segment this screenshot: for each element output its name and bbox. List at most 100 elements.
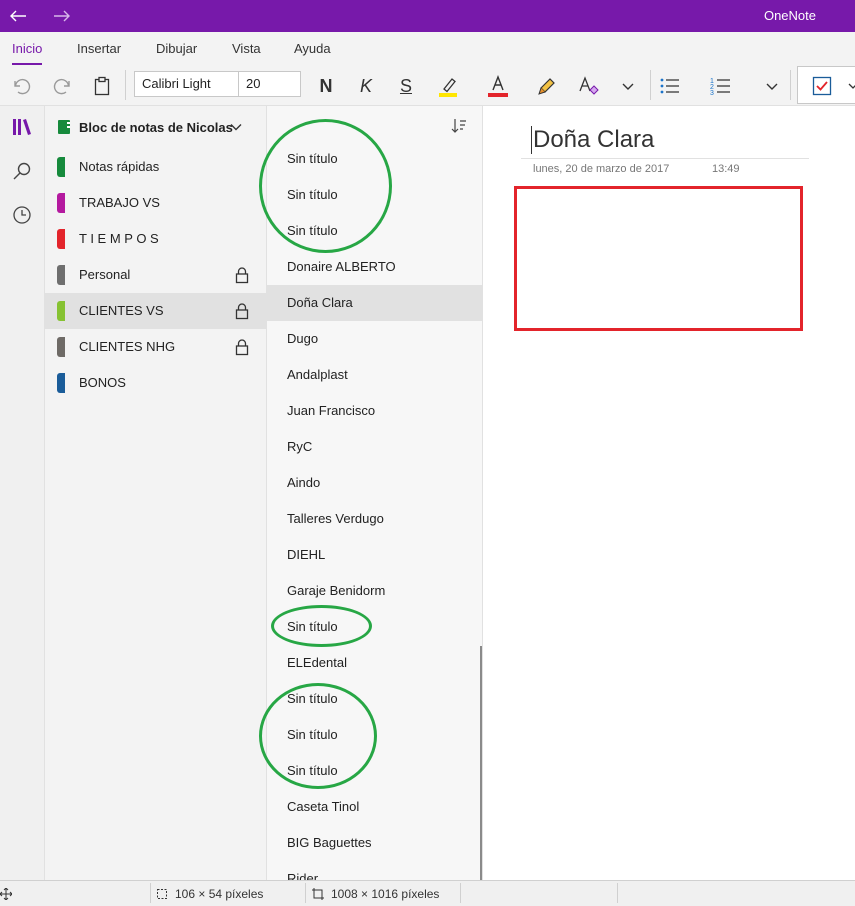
highlight-button[interactable]: [433, 72, 463, 100]
title-divider: [521, 158, 809, 159]
annotation-rectangle: [514, 186, 803, 331]
page-item[interactable]: Andalplast: [267, 357, 482, 393]
page-label: Aindo: [287, 475, 321, 490]
notebook-title: Bloc de notas de Nicolas: [79, 120, 233, 135]
font-name-field[interactable]: Calibri Light: [134, 71, 239, 97]
page-label: BIG Baguettes: [287, 835, 372, 850]
page-item[interactable]: Caseta Tinol: [267, 789, 482, 825]
svg-text:3: 3: [710, 90, 714, 96]
page-time: 13:49: [712, 163, 740, 175]
tab-vista[interactable]: Vista: [232, 41, 261, 56]
more-lists-dropdown[interactable]: [757, 72, 787, 100]
chevron-down-icon: [230, 124, 242, 131]
clear-formatting-button[interactable]: [573, 72, 603, 100]
more-format-dropdown[interactable]: [613, 72, 643, 100]
page-item[interactable]: Doña Clara: [267, 285, 482, 321]
search-button[interactable]: [8, 157, 36, 185]
highlighter-icon: [439, 78, 457, 97]
paintbrush-icon: [538, 78, 555, 95]
undo-button[interactable]: [7, 72, 37, 100]
forward-button[interactable]: [48, 4, 76, 28]
bullets-button[interactable]: [655, 72, 685, 100]
section-label: CLIENTES NHG: [79, 339, 176, 354]
notebook-icon: [58, 120, 70, 134]
section-item[interactable]: Personal: [45, 257, 267, 293]
page-title[interactable]: Doña Clara: [533, 126, 654, 154]
image-size-icon: [312, 888, 324, 900]
page-date: lunes, 20 de marzo de 2017: [533, 163, 670, 175]
page-item[interactable]: Rider: [267, 861, 482, 880]
section-color-tab: [57, 301, 65, 321]
section-item[interactable]: CLIENTES NHG: [45, 329, 267, 365]
page-label: Caseta Tinol: [287, 799, 360, 814]
page-label: Dugo: [287, 331, 319, 346]
pages-scrollbar[interactable]: [480, 646, 482, 880]
section-label: Personal: [79, 267, 131, 282]
page-item[interactable]: DIEHL: [267, 537, 482, 573]
page-item[interactable]: RyC: [267, 429, 482, 465]
section-item[interactable]: TRABAJO VS: [45, 185, 267, 221]
undo-icon: [14, 78, 31, 95]
back-button[interactable]: [4, 4, 32, 28]
strikethrough-button[interactable]: S: [391, 72, 421, 100]
clock-icon: [13, 206, 31, 224]
arrow-left-icon: [10, 10, 26, 22]
strikethrough-icon: S: [399, 75, 412, 96]
annotation-ellipse: [259, 683, 377, 789]
section-item[interactable]: Notas rápidas: [45, 149, 267, 185]
page-label: Donaire ALBERTO: [287, 259, 396, 274]
format-painter-button[interactable]: [533, 72, 563, 100]
image-size-label: 1008 × 1016 píxeles: [331, 887, 440, 901]
page-item[interactable]: BIG Baguettes: [267, 825, 482, 861]
ribbon-toolbar: Calibri Light 20 N K S 123: [0, 66, 855, 106]
paste-button[interactable]: [87, 72, 117, 100]
page-item[interactable]: Juan Francisco: [267, 393, 482, 429]
tab-insertar[interactable]: Insertar: [77, 41, 121, 56]
sort-pages-button[interactable]: [451, 118, 467, 137]
page-label: Andalplast: [287, 367, 348, 382]
page-label: Talleres Verdugo: [287, 511, 384, 526]
notebook-selector[interactable]: Bloc de notas de Nicolas: [45, 106, 267, 148]
page-item[interactable]: Donaire ALBERTO: [267, 249, 482, 285]
page-label: DIEHL: [287, 547, 326, 562]
numbering-button[interactable]: 123: [706, 72, 736, 100]
tab-inicio[interactable]: Inicio: [12, 41, 43, 65]
page-item[interactable]: ELEdental: [267, 645, 482, 681]
ribbon-tabs: Inicio Insertar Dibujar Vista Ayuda: [0, 32, 855, 66]
recent-notes-button[interactable]: [8, 201, 36, 229]
section-item[interactable]: T I E M P O S: [45, 221, 267, 257]
notebooks-icon: [13, 119, 31, 135]
move-cursor-icon: [0, 881, 12, 906]
redo-button[interactable]: [47, 72, 77, 100]
font-size-field[interactable]: 20: [238, 71, 301, 97]
font-color-button[interactable]: [483, 72, 513, 100]
lock-icon: [235, 338, 249, 359]
sort-icon: [451, 119, 466, 133]
numbered-list-icon: 123: [710, 78, 730, 96]
section-item[interactable]: BONOS: [45, 365, 267, 401]
section-color-tab: [57, 337, 65, 357]
italic-button[interactable]: K: [351, 72, 381, 100]
chevron-down-icon: [848, 83, 855, 89]
todo-tag-button[interactable]: [797, 66, 855, 104]
lock-icon: [235, 266, 249, 287]
page-item[interactable]: Aindo: [267, 465, 482, 501]
page-item[interactable]: Garaje Benidorm: [267, 573, 482, 609]
page-item[interactable]: Dugo: [267, 321, 482, 357]
section-label: T I E M P O S: [79, 231, 159, 246]
app-name: OneNote: [763, 8, 816, 23]
section-color-tab: [57, 157, 65, 177]
italic-icon: K: [359, 75, 372, 96]
bullet-list-icon: [660, 78, 679, 94]
section-item[interactable]: CLIENTES VS: [45, 293, 267, 329]
checkbox-tag-icon: [812, 76, 832, 96]
tab-dibujar[interactable]: Dibujar: [156, 41, 197, 56]
chevron-down-icon: [622, 83, 634, 90]
bold-button[interactable]: N: [311, 72, 341, 100]
page-label: Rider: [287, 871, 319, 880]
notebooks-button[interactable]: [8, 113, 36, 141]
lock-icon: [235, 302, 249, 323]
section-label: CLIENTES VS: [79, 303, 164, 318]
tab-ayuda[interactable]: Ayuda: [294, 41, 331, 56]
page-item[interactable]: Talleres Verdugo: [267, 501, 482, 537]
